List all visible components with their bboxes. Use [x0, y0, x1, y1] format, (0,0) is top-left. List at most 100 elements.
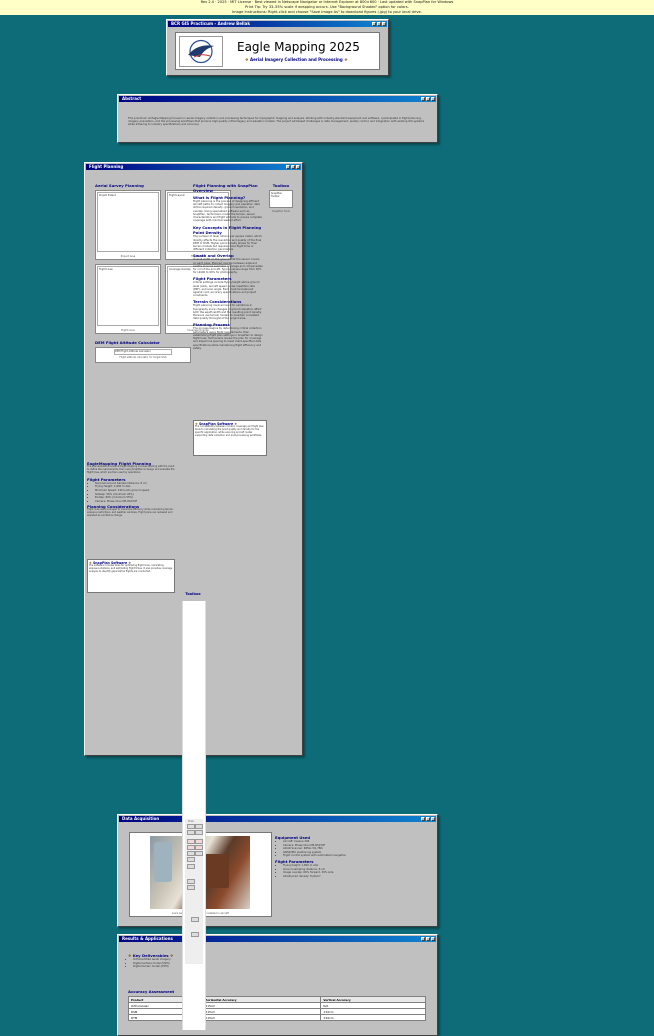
calculator-caption: Flight altitude calculator for target GS… — [119, 356, 167, 359]
anchor-tool-icon[interactable] — [191, 917, 199, 922]
maximize-button[interactable] — [377, 22, 381, 26]
snapplan-callout-text: The compatibility between modern coverag… — [195, 425, 264, 437]
results-window: Results & Applications ❖ Key Deliverable… — [117, 934, 438, 1036]
close-button[interactable] — [431, 937, 435, 941]
flight-planning-title: Flight Planning — [89, 164, 124, 169]
paragraph: Flight planning is the process of design… — [193, 200, 263, 223]
snapplan-callout: ❖ SnapPlan Software ❖ The compatibility … — [193, 420, 267, 456]
line-tool-icon[interactable] — [195, 845, 203, 850]
marker-tool-icon[interactable] — [191, 932, 199, 937]
top-notice-banner: Rev 2.0 · 2025 · MIT License · Best view… — [0, 0, 654, 15]
header-window-title: BCR GIS Practicum - Andrew Bellak — [171, 21, 251, 26]
accuracy-heading: Accuracy Assessment — [128, 989, 175, 994]
figure-project-area: Project Extent Project Area — [95, 190, 161, 260]
zoom-in-tool-icon[interactable] — [195, 824, 203, 829]
figure-caption: Flight Lines — [121, 329, 135, 332]
considerations-text: Flight lines were arranged to maximize e… — [87, 508, 174, 518]
results-titlebar[interactable]: Results & Applications — [119, 936, 436, 942]
data-acquisition-titlebar[interactable]: Data Acquisition — [119, 816, 436, 822]
header-content: Eagle Mapping 2025 ❖ Aerial Imagery Coll… — [175, 32, 380, 70]
data-acquisition-title: Data Acquisition — [122, 816, 160, 821]
text-tool-icon[interactable] — [187, 839, 195, 844]
shield-icon: ❖ — [344, 57, 348, 62]
page-title: Eagle Mapping 2025 — [237, 40, 360, 54]
floating-toolbox-strip[interactable]: Draw — [182, 601, 206, 1030]
data-acquisition-window: Data Acquisition Leica Aerial Camera Sys… — [117, 814, 438, 927]
paragraph: The process begins by determining critic… — [193, 327, 263, 350]
toolbox-heading: Toolbox — [272, 183, 290, 188]
polygon-tool-icon[interactable] — [187, 851, 195, 856]
toolbox-caption: SnapPlan Tools — [272, 210, 290, 213]
minimize-button[interactable] — [286, 165, 290, 169]
layer-tool-icon[interactable] — [187, 879, 195, 884]
minimize-button[interactable] — [421, 937, 425, 941]
erase-tool-icon[interactable] — [195, 851, 203, 856]
calculator-heading: DEM Flight Altitude Calculator — [95, 340, 160, 345]
figure-caption: Project Area — [120, 255, 136, 258]
page-subtitle-text: Aerial Imagery Collection and Processing — [250, 57, 343, 62]
overview-heading: Flight Planning with SnapPlan Overview — [193, 183, 258, 193]
zoom-out-tool-icon[interactable] — [195, 830, 203, 835]
accuracy-table: Product Horizontal Accuracy Vertical Acc… — [127, 996, 426, 1021]
maximize-button[interactable] — [291, 165, 295, 169]
camera-unit — [205, 854, 229, 888]
aircraft-window — [154, 842, 172, 882]
table-cell: ±15cm — [202, 1014, 322, 1021]
draw-tool-icon[interactable] — [187, 845, 195, 850]
aerial-survey-heading: Aerial Survey Planning — [95, 183, 144, 188]
close-button[interactable] — [431, 817, 435, 821]
select-tool-icon[interactable] — [187, 830, 195, 835]
abstract-text: This practicum at Eagle Mapping focused … — [128, 117, 425, 127]
eagle-logo-icon — [188, 39, 214, 64]
tool-palette: Draw — [185, 819, 203, 964]
minimize-button[interactable] — [421, 817, 425, 821]
maximize-button[interactable] — [426, 97, 430, 101]
equipment-section: Equipment Used Aircraft: Cessna 206 Came… — [275, 835, 430, 878]
broken-image-icon: Flight Lines — [97, 266, 159, 326]
table-cell: ±10cm — [320, 1014, 426, 1021]
paragraph: Overall width on the ground that the sen… — [193, 258, 263, 275]
toolbox-panel: Toolbox SnapPlan Toolbar SnapPlan Tools — [265, 183, 297, 213]
notice-line-3: Image Instructions: Right-click and choo… — [232, 10, 422, 14]
broken-image-icon: Project Extent — [97, 192, 159, 252]
broken-image-icon: SnapPlan Toolbar — [271, 192, 283, 198]
broken-image-icon: DEM Flight Altitude Calculator — [114, 349, 172, 355]
eaglemapping-text: The standardized process at Eagle Mappin… — [87, 465, 175, 474]
snapplan-callout-2: ❖ SnapPlan Software ❖ The software inclu… — [87, 559, 175, 593]
list-item: LiDAR point density: 8 pts/m² — [283, 875, 430, 879]
tool-palette-label: Draw — [188, 820, 194, 823]
shield-icon: ❖ — [245, 57, 249, 62]
list-item: Camera: Phase One iXM-RS150F — [95, 500, 175, 504]
header-window-titlebar[interactable]: BCR GIS Practicum - Andrew Bellak — [168, 21, 387, 27]
grid-tool-icon[interactable] — [187, 864, 195, 869]
minimize-button[interactable] — [372, 22, 376, 26]
close-button[interactable] — [431, 97, 435, 101]
paragraph: Flight planning must account for variati… — [193, 304, 262, 321]
close-button[interactable] — [296, 165, 300, 169]
ruler-tool-icon[interactable] — [187, 885, 195, 890]
maximize-button[interactable] — [426, 937, 430, 941]
eaglemapping-section: EagleMapping Flight Planning The standar… — [87, 461, 175, 518]
shield-icon: ❖ — [128, 953, 132, 958]
minimize-button[interactable] — [421, 97, 425, 101]
paragraph: The number of laser returns per square m… — [193, 235, 262, 252]
abstract-title: Abstract — [122, 96, 142, 101]
page-subtitle: ❖ Aerial Imagery Collection and Processi… — [245, 57, 348, 62]
pan-tool-icon[interactable] — [187, 824, 195, 829]
snapplan-callout-2-text: The software includes tools for optimizi… — [89, 564, 173, 573]
pencil-tool-icon[interactable] — [187, 857, 195, 862]
floating-toolbox[interactable]: Toolbox Draw — [181, 592, 206, 1030]
parameters-list: Nominal Ground Sample Distance: 8 cm Fly… — [87, 482, 175, 504]
results-title: Results & Applications — [122, 936, 173, 941]
figure-flight-lines: Flight Lines Flight Lines — [95, 264, 161, 334]
paragraph: Critical settings include flying height … — [193, 281, 260, 298]
maximize-button[interactable] — [426, 817, 430, 821]
measure-tool-icon[interactable] — [195, 839, 203, 844]
calculator-figure: DEM Flight Altitude Calculator Flight al… — [95, 347, 191, 363]
eagle-logo — [179, 36, 223, 67]
acq-params-list: Flying height: 1,800 m AGL Ground sampli… — [275, 864, 430, 878]
list-item: Flight control system with automated nav… — [283, 854, 430, 858]
abstract-titlebar[interactable]: Abstract — [119, 96, 436, 102]
flight-planning-titlebar[interactable]: Flight Planning — [86, 164, 301, 170]
close-button[interactable] — [382, 22, 386, 26]
